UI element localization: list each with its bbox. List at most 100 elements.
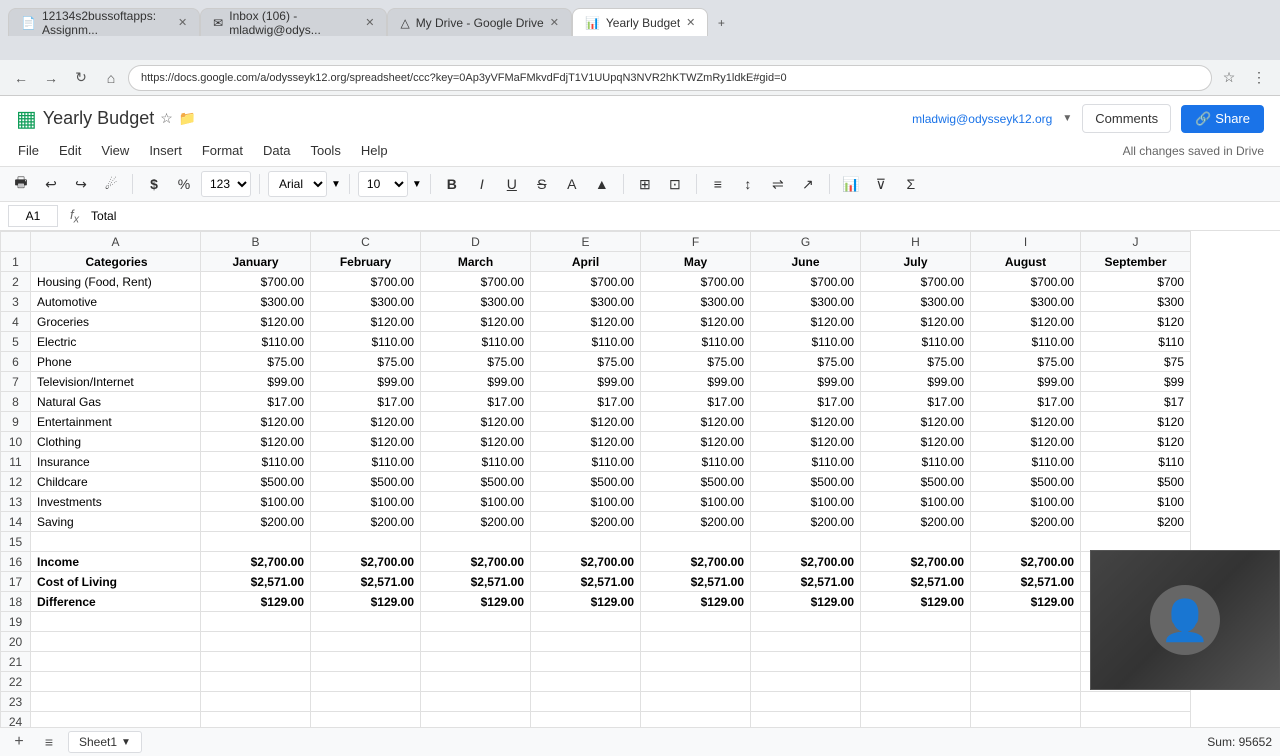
cell-15-7[interactable] bbox=[861, 532, 971, 552]
cell-5-4[interactable]: $110.00 bbox=[531, 332, 641, 352]
col-header-H[interactable]: H bbox=[861, 232, 971, 252]
merge-button[interactable]: ⊡ bbox=[662, 171, 688, 197]
tab-close-2[interactable]: ✕ bbox=[365, 16, 374, 29]
cell-14-4[interactable]: $200.00 bbox=[531, 512, 641, 532]
cell-7-2[interactable]: $99.00 bbox=[311, 372, 421, 392]
cell-2-0[interactable]: Housing (Food, Rent) bbox=[31, 272, 201, 292]
cell-9-6[interactable]: $120.00 bbox=[751, 412, 861, 432]
cell-12-6[interactable]: $500.00 bbox=[751, 472, 861, 492]
cell-11-8[interactable]: $110.00 bbox=[971, 452, 1081, 472]
tab-close-3[interactable]: ✕ bbox=[550, 16, 559, 29]
cell-12-0[interactable]: Childcare bbox=[31, 472, 201, 492]
bookmark-button[interactable]: ☆ bbox=[1216, 65, 1242, 91]
cell-3-9[interactable]: $300 bbox=[1081, 292, 1191, 312]
col-header-G[interactable]: G bbox=[751, 232, 861, 252]
cell-21-4[interactable] bbox=[531, 652, 641, 672]
forward-button[interactable]: → bbox=[38, 65, 64, 91]
cell-3-4[interactable]: $300.00 bbox=[531, 292, 641, 312]
cell-21-8[interactable] bbox=[971, 652, 1081, 672]
row-number-23[interactable]: 23 bbox=[1, 692, 31, 712]
cell-10-4[interactable]: $120.00 bbox=[531, 432, 641, 452]
cell-21-3[interactable] bbox=[421, 652, 531, 672]
cell-15-2[interactable] bbox=[311, 532, 421, 552]
back-button[interactable]: ← bbox=[8, 65, 34, 91]
cell-reference-input[interactable] bbox=[8, 205, 58, 227]
cell-7-1[interactable]: $99.00 bbox=[201, 372, 311, 392]
cell-13-8[interactable]: $100.00 bbox=[971, 492, 1081, 512]
cell-14-2[interactable]: $200.00 bbox=[311, 512, 421, 532]
cell-6-1[interactable]: $75.00 bbox=[201, 352, 311, 372]
cell-2-6[interactable]: $700.00 bbox=[751, 272, 861, 292]
cell-7-0[interactable]: Television/Internet bbox=[31, 372, 201, 392]
cell-22-0[interactable] bbox=[31, 672, 201, 692]
cell-15-8[interactable] bbox=[971, 532, 1081, 552]
italic-button[interactable]: I bbox=[469, 171, 495, 197]
cell-13-7[interactable]: $100.00 bbox=[861, 492, 971, 512]
menu-edit[interactable]: Edit bbox=[57, 139, 83, 162]
undo-button[interactable]: ↩ bbox=[38, 171, 64, 197]
cell-20-0[interactable] bbox=[31, 632, 201, 652]
cell-2-9[interactable]: $700 bbox=[1081, 272, 1191, 292]
strikethrough-button[interactable]: S bbox=[529, 171, 555, 197]
cell-1-3[interactable]: March bbox=[421, 252, 531, 272]
cell-3-5[interactable]: $300.00 bbox=[641, 292, 751, 312]
cell-24-9[interactable] bbox=[1081, 712, 1191, 728]
cell-2-3[interactable]: $700.00 bbox=[421, 272, 531, 292]
cell-6-0[interactable]: Phone bbox=[31, 352, 201, 372]
cell-22-1[interactable] bbox=[201, 672, 311, 692]
cell-18-7[interactable]: $129.00 bbox=[861, 592, 971, 612]
cell-10-5[interactable]: $120.00 bbox=[641, 432, 751, 452]
percent-button[interactable]: % bbox=[171, 171, 197, 197]
menu-insert[interactable]: Insert bbox=[147, 139, 184, 162]
star-icon[interactable]: ☆ bbox=[160, 110, 173, 127]
cell-7-3[interactable]: $99.00 bbox=[421, 372, 531, 392]
cell-23-2[interactable] bbox=[311, 692, 421, 712]
row-number-15[interactable]: 15 bbox=[1, 532, 31, 552]
home-button[interactable]: ⌂ bbox=[98, 65, 124, 91]
cell-15-0[interactable] bbox=[31, 532, 201, 552]
cell-12-5[interactable]: $500.00 bbox=[641, 472, 751, 492]
underline-button[interactable]: U bbox=[499, 171, 525, 197]
borders-button[interactable]: ⊞ bbox=[632, 171, 658, 197]
cell-15-5[interactable] bbox=[641, 532, 751, 552]
cell-14-9[interactable]: $200 bbox=[1081, 512, 1191, 532]
cell-24-8[interactable] bbox=[971, 712, 1081, 728]
cell-23-8[interactable] bbox=[971, 692, 1081, 712]
cell-5-7[interactable]: $110.00 bbox=[861, 332, 971, 352]
row-number-18[interactable]: 18 bbox=[1, 592, 31, 612]
cell-9-8[interactable]: $120.00 bbox=[971, 412, 1081, 432]
cell-8-7[interactable]: $17.00 bbox=[861, 392, 971, 412]
cell-21-0[interactable] bbox=[31, 652, 201, 672]
cell-13-1[interactable]: $100.00 bbox=[201, 492, 311, 512]
cell-2-8[interactable]: $700.00 bbox=[971, 272, 1081, 292]
cell-16-7[interactable]: $2,700.00 bbox=[861, 552, 971, 572]
sheet-tab-1[interactable]: Sheet1 ▼ bbox=[68, 731, 142, 753]
cell-22-5[interactable] bbox=[641, 672, 751, 692]
cell-12-2[interactable]: $500.00 bbox=[311, 472, 421, 492]
cell-16-2[interactable]: $2,700.00 bbox=[311, 552, 421, 572]
row-number-3[interactable]: 3 bbox=[1, 292, 31, 312]
row-number-4[interactable]: 4 bbox=[1, 312, 31, 332]
function-button[interactable]: Σ bbox=[898, 171, 924, 197]
redo-button[interactable]: ↪ bbox=[68, 171, 94, 197]
cell-3-0[interactable]: Automotive bbox=[31, 292, 201, 312]
cell-6-5[interactable]: $75.00 bbox=[641, 352, 751, 372]
cell-8-9[interactable]: $17 bbox=[1081, 392, 1191, 412]
cell-19-1[interactable] bbox=[201, 612, 311, 632]
cell-8-1[interactable]: $17.00 bbox=[201, 392, 311, 412]
cell-14-0[interactable]: Saving bbox=[31, 512, 201, 532]
col-header-A[interactable]: A bbox=[31, 232, 201, 252]
cell-1-1[interactable]: January bbox=[201, 252, 311, 272]
row-number-16[interactable]: 16 bbox=[1, 552, 31, 572]
cell-14-3[interactable]: $200.00 bbox=[421, 512, 531, 532]
cell-23-7[interactable] bbox=[861, 692, 971, 712]
cell-6-6[interactable]: $75.00 bbox=[751, 352, 861, 372]
cell-19-8[interactable] bbox=[971, 612, 1081, 632]
row-number-21[interactable]: 21 bbox=[1, 652, 31, 672]
cell-5-0[interactable]: Electric bbox=[31, 332, 201, 352]
cell-7-5[interactable]: $99.00 bbox=[641, 372, 751, 392]
cell-7-7[interactable]: $99.00 bbox=[861, 372, 971, 392]
menu-format[interactable]: Format bbox=[200, 139, 245, 162]
row-number-7[interactable]: 7 bbox=[1, 372, 31, 392]
cell-7-4[interactable]: $99.00 bbox=[531, 372, 641, 392]
